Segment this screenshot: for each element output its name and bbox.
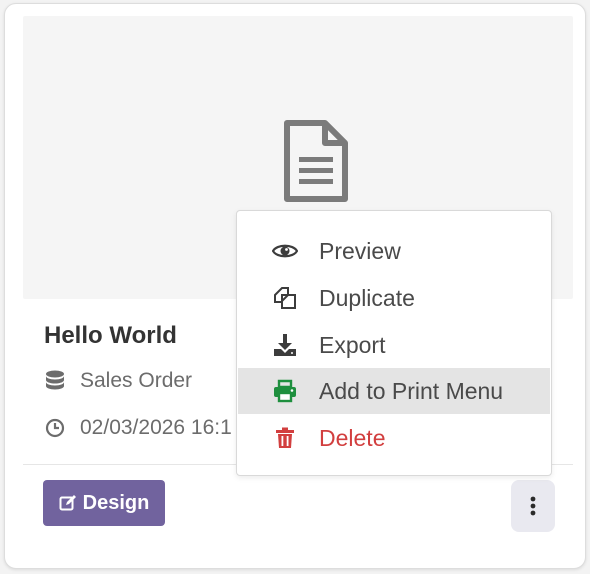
file-text-icon xyxy=(284,120,348,202)
design-button[interactable]: Design xyxy=(43,480,165,526)
menu-item-duplicate[interactable]: Duplicate xyxy=(238,275,550,321)
print-icon xyxy=(271,377,299,405)
options-dropdown-menu: Preview Duplicate Export Add to Print Me… xyxy=(236,210,552,476)
report-model-label: Sales Order xyxy=(80,369,193,392)
report-model-row: Sales Order xyxy=(44,369,192,393)
report-date-row: 02/03/2026 16:1 xyxy=(44,416,232,440)
report-title: Hello World xyxy=(44,322,177,349)
menu-item-add-to-print-menu[interactable]: Add to Print Menu xyxy=(238,368,550,414)
menu-item-export-label: Export xyxy=(319,331,386,358)
edit-icon xyxy=(59,494,77,512)
vertical-dots-icon xyxy=(530,496,536,516)
menu-item-add-to-print-menu-label: Add to Print Menu xyxy=(319,377,504,404)
menu-item-preview[interactable]: Preview xyxy=(238,228,550,274)
menu-item-delete[interactable]: Delete xyxy=(238,415,550,461)
download-icon xyxy=(271,331,299,359)
eye-icon xyxy=(271,237,299,265)
design-button-label: Design xyxy=(82,491,150,514)
menu-item-export[interactable]: Export xyxy=(238,322,550,368)
report-date-label: 02/03/2026 16:1 xyxy=(80,416,232,439)
menu-item-preview-label: Preview xyxy=(319,237,401,264)
database-icon xyxy=(44,370,66,392)
copy-icon xyxy=(271,284,299,312)
more-options-button[interactable] xyxy=(511,480,555,532)
clock-icon xyxy=(44,417,66,439)
menu-item-delete-label: Delete xyxy=(319,424,386,451)
trash-icon xyxy=(271,424,299,452)
menu-item-duplicate-label: Duplicate xyxy=(319,284,415,311)
